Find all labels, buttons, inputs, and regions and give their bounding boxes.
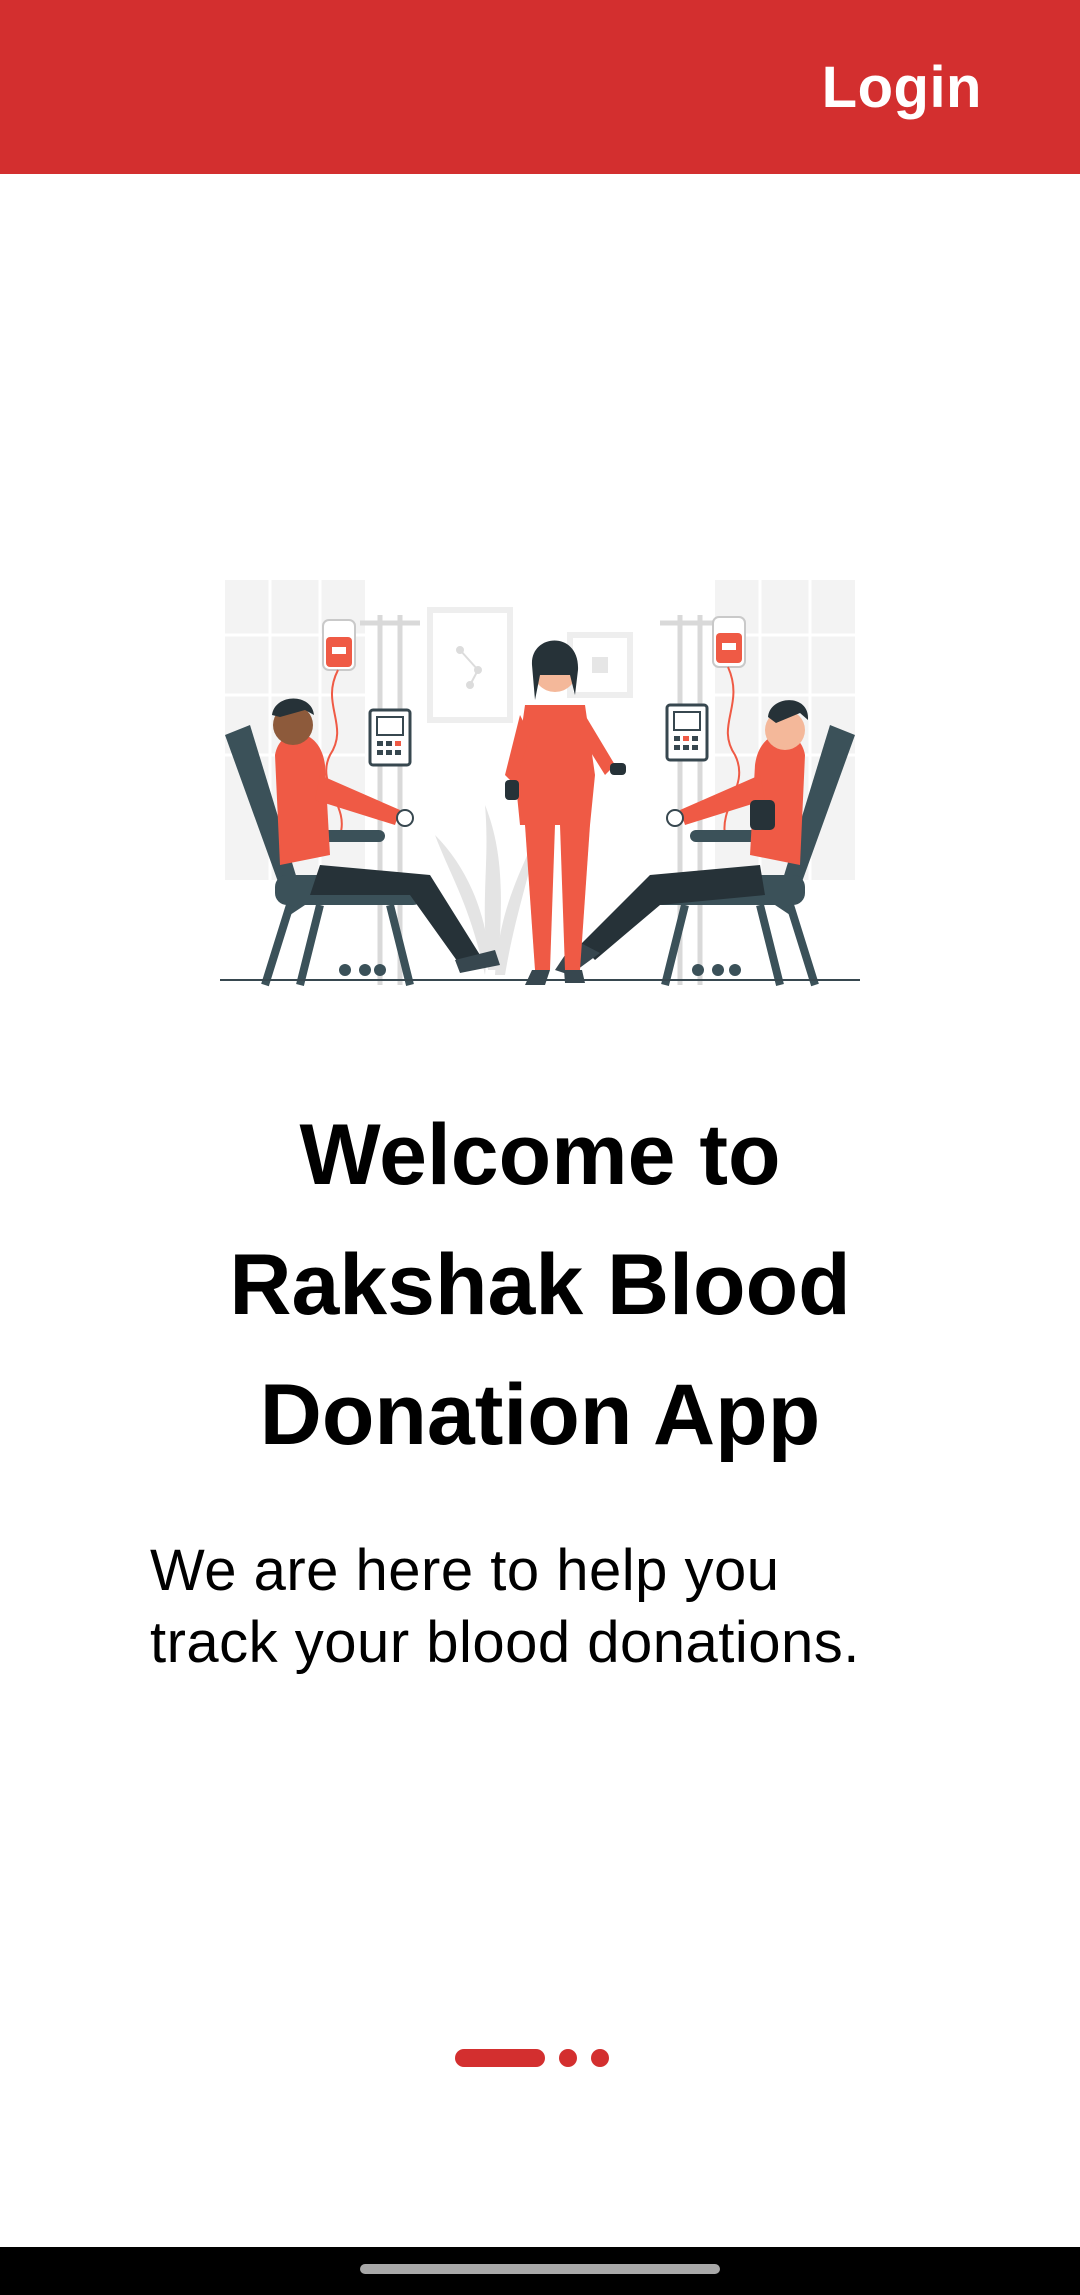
blood-bag-left <box>322 619 356 671</box>
page-indicator-active[interactable] <box>455 2049 545 2067</box>
app-bar: Login <box>0 0 1080 174</box>
welcome-title: Welcome to Rakshak Blood Donation App <box>140 1090 940 1480</box>
page-indicator-dot[interactable] <box>559 2049 577 2067</box>
blood-bag-right <box>712 616 746 668</box>
welcome-subtitle: We are here to help you track your blood… <box>150 1535 950 1679</box>
welcome-subtitle-line: track your blood donations. <box>150 1610 860 1675</box>
login-button[interactable]: Login <box>822 58 982 118</box>
page-indicator <box>455 2048 609 2068</box>
monitor-left <box>368 708 412 767</box>
welcome-subtitle-line: We are here to help you <box>150 1538 780 1603</box>
home-gesture-handle[interactable] <box>360 2264 720 2274</box>
page-indicator-dot[interactable] <box>591 2049 609 2067</box>
welcome-title-line: Welcome to <box>299 1107 781 1203</box>
welcome-title-line: Donation App <box>259 1367 821 1463</box>
onboarding-screen: Login Welcome to Rakshak Blood Donation … <box>0 0 1080 2295</box>
monitor-right <box>665 703 709 762</box>
welcome-title-line: Rakshak Blood <box>229 1237 851 1333</box>
system-navigation-bar <box>0 2247 1080 2295</box>
blood-donation-illustration <box>220 580 860 987</box>
